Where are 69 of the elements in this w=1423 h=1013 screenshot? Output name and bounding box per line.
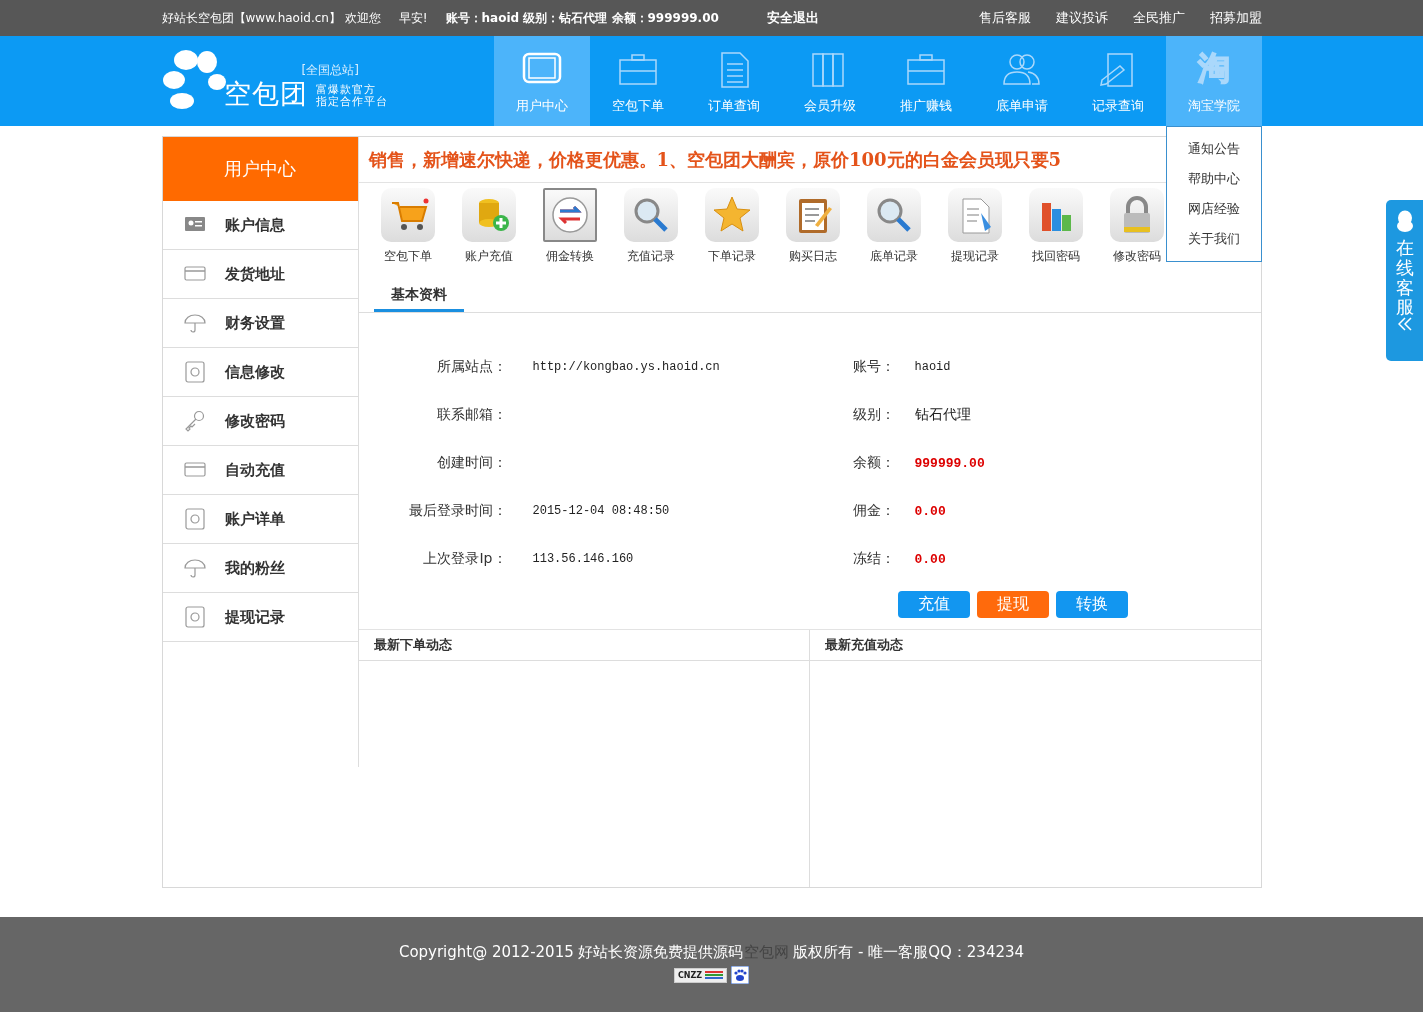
field-label: 级别： bbox=[852, 406, 896, 424]
safe-icon bbox=[183, 361, 206, 383]
quick-link[interactable]: 充值记录 bbox=[610, 188, 692, 265]
field-label: 所属站点： bbox=[435, 358, 507, 376]
field-value: haoid bbox=[914, 360, 952, 374]
field-value: 113.56.146.160 bbox=[531, 552, 635, 566]
field-value: 0.00 bbox=[914, 551, 947, 567]
sidebar-item[interactable]: 发货地址 bbox=[162, 250, 358, 299]
dropdown-item[interactable]: 关于我们 bbox=[1187, 224, 1240, 254]
stripes-icon bbox=[705, 971, 724, 979]
sidebar-item[interactable]: 信息修改 bbox=[162, 348, 358, 397]
field-value: 2015-12-04 08:48:50 bbox=[531, 504, 671, 518]
safe-icon bbox=[183, 508, 206, 530]
top-link[interactable]: 全民推广 bbox=[1132, 9, 1185, 27]
field-label: 冻结： bbox=[852, 550, 896, 568]
tab[interactable]: 基本资料 bbox=[373, 281, 464, 312]
sidebar-header: 用户中心 bbox=[162, 137, 358, 201]
stats-badge[interactable]: CNZZ bbox=[673, 967, 728, 983]
quick-link[interactable]: 底单记录 bbox=[853, 188, 935, 265]
account-info: 账号：haoid 级别：钻石代理 余额：999999.00 bbox=[445, 9, 719, 27]
time-greeting: 早安! bbox=[398, 9, 428, 27]
top-link[interactable]: 建议投诉 bbox=[1055, 9, 1108, 27]
field-label: 上次登录Ip： bbox=[422, 550, 507, 568]
paw-icon bbox=[731, 966, 750, 984]
quick-link[interactable]: 佣金转换 bbox=[529, 188, 611, 265]
panel-header: 最新下单动态 bbox=[358, 630, 809, 661]
penguin-icon bbox=[1394, 210, 1415, 232]
safe-icon bbox=[183, 606, 206, 628]
field-value: 0.00 bbox=[914, 503, 947, 519]
station-label: [全国总站] bbox=[301, 62, 359, 79]
quick-link[interactable]: 购买日志 bbox=[772, 188, 854, 265]
double-chevron-icon bbox=[1397, 317, 1412, 332]
field-label: 联系邮箱： bbox=[435, 406, 507, 424]
field-value: 999999.00 bbox=[914, 455, 986, 471]
dropdown-item[interactable]: 网店经验 bbox=[1187, 194, 1240, 224]
field-value: http://kongbao.ys.haoid.cn bbox=[531, 360, 721, 374]
sidebar-item[interactable]: 财务设置 bbox=[162, 299, 358, 348]
greeting-text: 好站长空包团【www.haoid.cn】 欢迎您 bbox=[161, 9, 381, 27]
sidebar-item[interactable]: 账户信息 bbox=[162, 201, 358, 250]
field-label: 创建时间： bbox=[435, 454, 507, 472]
umbrella-icon bbox=[183, 557, 206, 579]
top-link[interactable]: 售后客服 bbox=[978, 9, 1031, 27]
quick-link[interactable]: 修改密码 bbox=[1096, 188, 1178, 265]
quick-link[interactable]: 下单记录 bbox=[691, 188, 773, 265]
panel-header: 最新充值动态 bbox=[810, 630, 1261, 661]
quick-link[interactable]: 账户充值 bbox=[448, 188, 530, 265]
logo-tagline: 富爆款官方 指定合作平台 bbox=[315, 84, 388, 108]
field-label: 佣金： bbox=[852, 502, 896, 520]
sidebar-item[interactable]: 我的粉丝 bbox=[162, 544, 358, 593]
sidebar-item[interactable]: 账户详单 bbox=[162, 495, 358, 544]
umbrella-icon bbox=[183, 312, 206, 334]
logout-link[interactable]: 安全退出 bbox=[766, 9, 819, 27]
field-value: 钻石代理 bbox=[914, 406, 972, 424]
quick-link[interactable]: 找回密码 bbox=[1015, 188, 1097, 265]
field-label: 最后登录时间： bbox=[407, 502, 507, 520]
sidebar-item[interactable]: 提现记录 bbox=[162, 593, 358, 642]
field-label: 余额： bbox=[852, 454, 896, 472]
logo-name: 空包团 bbox=[223, 77, 308, 111]
dropdown-item[interactable]: 通知公告 bbox=[1187, 134, 1240, 164]
dropdown-item[interactable]: 帮助中心 bbox=[1187, 164, 1240, 194]
sidebar-item[interactable]: 自动充值 bbox=[162, 446, 358, 495]
top-link[interactable]: 招募加盟 bbox=[1209, 9, 1262, 27]
taobao-icon: 淘 bbox=[1197, 46, 1230, 90]
quick-link[interactable]: 空包下单 bbox=[367, 188, 449, 265]
service-label: 在线客服 bbox=[1395, 238, 1414, 318]
quick-link[interactable]: 提现记录 bbox=[934, 188, 1016, 265]
sidebar-item[interactable]: 修改密码 bbox=[162, 397, 358, 446]
key-icon bbox=[183, 410, 206, 432]
field-label: 账号： bbox=[852, 358, 896, 376]
